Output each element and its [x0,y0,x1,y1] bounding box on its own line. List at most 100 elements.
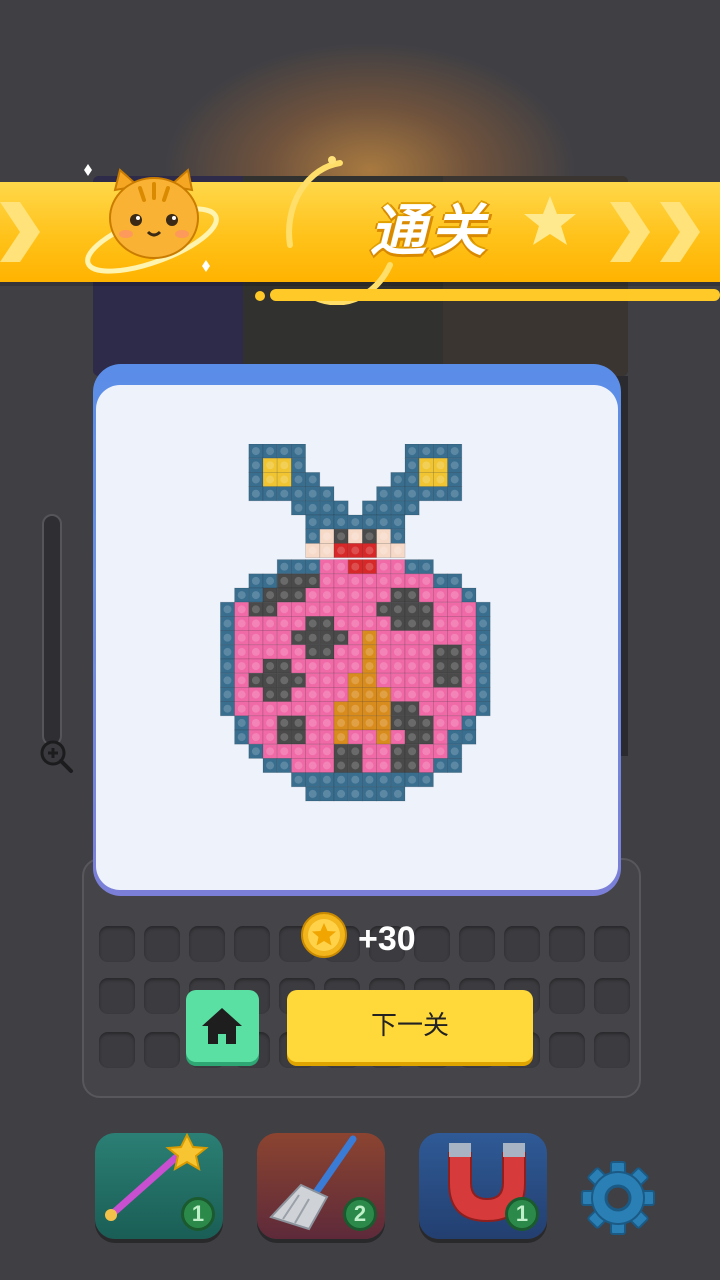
brick-stud [294,475,303,484]
brick-stud [365,761,374,770]
brick-stud [322,489,331,498]
cat-mascot-icon [84,164,219,274]
brick-stud [450,633,459,642]
brick-stud [393,775,402,784]
brick-stud [379,733,388,742]
brick-stud [337,503,346,512]
brick-stud [422,761,431,770]
brick-stud [351,775,360,784]
brick-stud [308,605,317,614]
brick-stud [422,475,431,484]
magnet-tool-button[interactable]: 1 [419,1133,547,1239]
banner-dot [255,291,265,301]
magnet-count: 1 [505,1197,539,1231]
broom-tool-button[interactable]: 2 [257,1133,385,1239]
magic-wand-tool-button[interactable]: 1 [95,1133,223,1239]
brick-stud [479,704,488,713]
brick-stud [223,690,232,699]
brick-stud [450,619,459,628]
brick-stud [422,461,431,470]
home-icon [202,1008,242,1044]
brick-stud [379,718,388,727]
brick-stud [379,647,388,656]
brick-stud [422,576,431,585]
brick-stud [379,747,388,756]
brick-stud [294,576,303,585]
brick-stud [251,619,260,628]
brick-stud [337,761,346,770]
brick-stud [393,761,402,770]
brick-stud [365,662,374,671]
brick-stud [266,475,275,484]
brick-stud [365,619,374,628]
brick-stud [351,619,360,628]
brick-stud [223,662,232,671]
brick-stud [393,676,402,685]
brick-stud [294,676,303,685]
brick-stud [393,605,402,614]
brick-stud [450,704,459,713]
brick-stud [308,733,317,742]
zoom-slider[interactable] [42,514,62,746]
brick-stud [280,576,289,585]
brick-stud [351,532,360,541]
brick-stud [422,718,431,727]
brick-stud [379,633,388,642]
brick-stud [322,662,331,671]
tray-slot [504,926,540,962]
brick-stud [379,676,388,685]
tray-slot [144,926,180,962]
brick-stud [294,775,303,784]
brick-stud [479,690,488,699]
brick-stud [436,447,445,456]
brick-stud [464,605,473,614]
banner-underline [270,289,720,301]
brick-stud [379,562,388,571]
brick-stud [379,662,388,671]
brick-stud [322,747,331,756]
brick-stud [337,789,346,798]
brick-stud [280,733,289,742]
brick-stud [365,532,374,541]
brick-stud [322,690,331,699]
gear-icon[interactable] [578,1158,658,1238]
brick-stud [450,662,459,671]
brick-stud [308,475,317,484]
brick-stud [450,690,459,699]
next-level-button[interactable]: 下一关 [287,990,533,1062]
brick-stud [436,461,445,470]
brick-stud [365,704,374,713]
brick-stud [393,633,402,642]
brick-stud [223,704,232,713]
brick-stud [351,747,360,756]
brick-stud [266,761,275,770]
brick-stud [294,662,303,671]
zoom-in-icon[interactable] [37,737,77,777]
brick-stud [408,591,417,600]
brick-stud [408,718,417,727]
brick-stud [379,789,388,798]
brick-stud [223,676,232,685]
brick-stud [479,662,488,671]
brick-stud [351,633,360,642]
tray-slot [594,1032,630,1068]
brick-stud [322,562,331,571]
brick-stud [337,747,346,756]
brick-stud [308,591,317,600]
brick-stud [237,690,246,699]
brick-stud [422,447,431,456]
brick-stud [365,633,374,642]
broom-count: 2 [343,1197,377,1231]
brick-stud [308,747,317,756]
brick-stud [280,447,289,456]
brick-stud [408,647,417,656]
brick-stud [308,619,317,628]
brick-stud [308,704,317,713]
home-button[interactable] [186,990,259,1062]
brick-stud [294,690,303,699]
brick-stud [280,704,289,713]
brick-stud [251,690,260,699]
brick-stud [251,461,260,470]
brick-stud [294,633,303,642]
brick-stud [308,775,317,784]
